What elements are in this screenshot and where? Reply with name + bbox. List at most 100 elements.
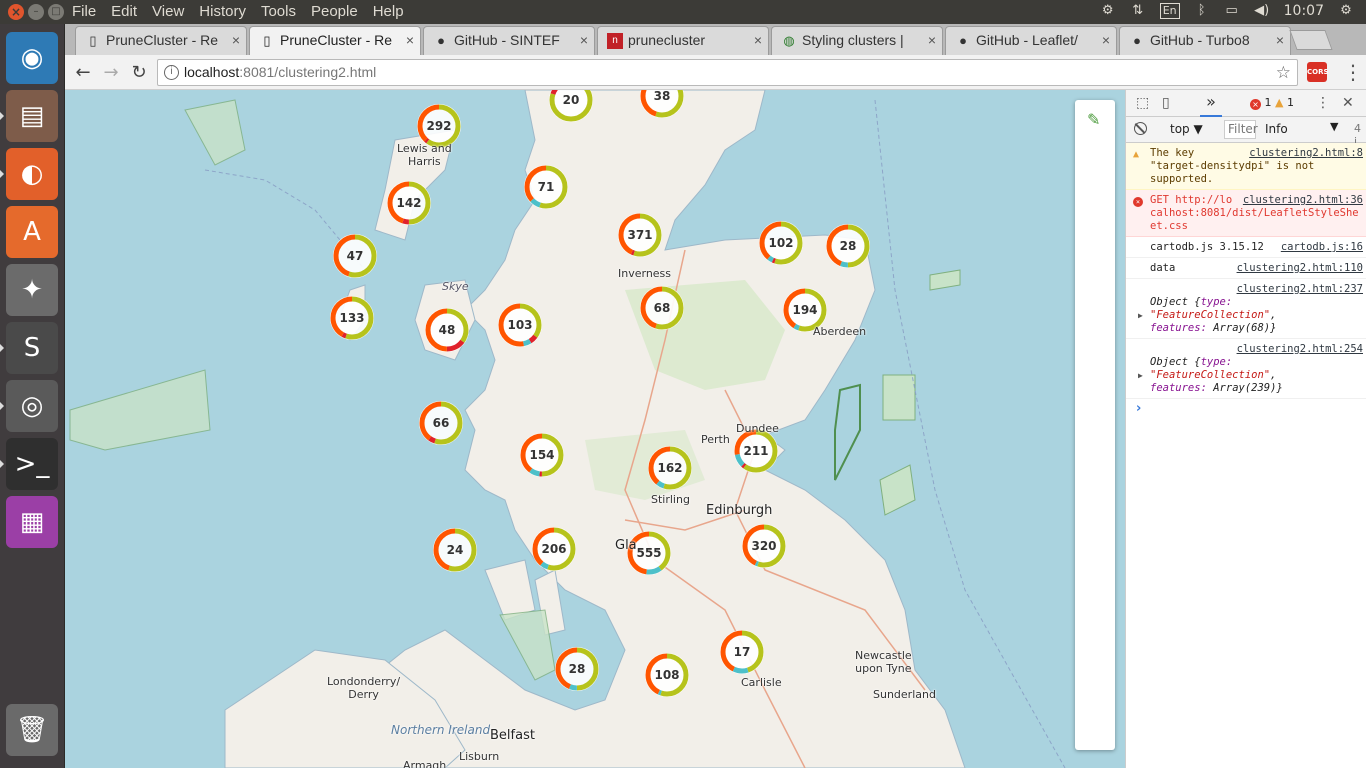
cluster-marker[interactable]: 206 xyxy=(532,527,576,571)
cluster-marker[interactable]: 71 xyxy=(524,165,568,209)
sublime-text-icon[interactable]: S xyxy=(0,322,58,374)
tab-close-icon[interactable]: × xyxy=(928,27,936,54)
terminal-icon[interactable]: >_ xyxy=(0,438,58,490)
tab-close-icon[interactable]: × xyxy=(1102,27,1110,54)
tab-styling-clusters[interactable]: ◍ Styling clusters | × xyxy=(771,26,943,55)
source-link[interactable]: cartodb.js:16 xyxy=(1275,241,1363,254)
cluster-marker[interactable]: 38 xyxy=(640,90,684,118)
source-link[interactable]: clustering2.html:237 xyxy=(1231,283,1363,296)
cluster-marker[interactable]: 133 xyxy=(330,296,374,340)
system-settings-icon[interactable]: ✦ xyxy=(6,264,58,316)
menu-file[interactable]: File xyxy=(72,3,96,20)
cluster-marker[interactable]: 20 xyxy=(549,90,593,122)
console-filter-input[interactable]: Filter xyxy=(1224,120,1258,139)
console-prompt[interactable]: › xyxy=(1126,399,1366,416)
cors-extension-icon[interactable]: CORS xyxy=(1307,62,1329,82)
software-center-icon[interactable]: A xyxy=(6,206,58,258)
cluster-marker[interactable]: 24 xyxy=(433,528,477,572)
cluster-marker[interactable]: 154 xyxy=(520,433,564,477)
reload-icon[interactable]: ↻ xyxy=(129,62,149,83)
address-bar[interactable]: i localhost:8081/clustering2.html ☆ xyxy=(157,59,1298,86)
tab-prunecluster-2[interactable]: ▯ PruneCluster - Re × xyxy=(249,26,421,55)
network-transfer-icon[interactable]: ⇅ xyxy=(1130,3,1146,19)
window-maximize-button[interactable]: □ xyxy=(48,4,64,20)
clear-console-icon[interactable] xyxy=(1134,122,1147,135)
cluster-marker[interactable]: 371 xyxy=(618,213,662,257)
menu-help[interactable]: Help xyxy=(373,3,404,20)
cluster-marker[interactable]: 320 xyxy=(742,524,786,568)
firefox-icon[interactable]: ◐ xyxy=(0,148,58,200)
more-tabs-icon[interactable]: » xyxy=(1200,92,1222,117)
dash-home-icon[interactable]: ◉ xyxy=(6,32,58,84)
device-toolbar-icon[interactable]: ▯ xyxy=(1162,95,1170,111)
tab-github-sintef[interactable]: ● GitHub - SINTEF × xyxy=(423,26,595,55)
cluster-marker[interactable]: 17 xyxy=(720,630,764,674)
cluster-marker[interactable]: 28 xyxy=(826,224,870,268)
cluster-marker[interactable]: 162 xyxy=(648,446,692,490)
volume-icon[interactable]: ◀) xyxy=(1254,3,1270,19)
cluster-marker[interactable]: 142 xyxy=(387,181,431,225)
cluster-marker[interactable]: 211 xyxy=(734,429,778,473)
chrome-icon[interactable]: ◎ xyxy=(0,380,58,432)
cluster-marker[interactable]: 68 xyxy=(640,286,684,330)
cluster-marker[interactable]: 108 xyxy=(645,653,689,697)
console-object-message[interactable]: clustering2.html:237 ▶ Object {type: "Fe… xyxy=(1126,279,1366,339)
log-level-selector[interactable]: Info xyxy=(1265,122,1288,136)
menu-people[interactable]: People xyxy=(311,3,358,20)
source-link[interactable]: clustering2.html:254 xyxy=(1231,343,1363,356)
menu-view[interactable]: View xyxy=(152,3,184,20)
menu-tools[interactable]: Tools xyxy=(261,3,296,20)
tab-prunecluster-1[interactable]: ▯ PruneCluster - Re × xyxy=(75,26,247,55)
power-gear-icon[interactable]: ⚙ xyxy=(1338,3,1354,19)
cluster-marker[interactable]: 28 xyxy=(555,647,599,691)
keyboard-layout-indicator[interactable]: En xyxy=(1159,3,1180,19)
expand-caret-icon[interactable]: ▶ xyxy=(1138,309,1143,322)
menu-edit[interactable]: Edit xyxy=(111,3,137,20)
back-arrow-icon[interactable]: ← xyxy=(73,62,93,83)
chevron-down-icon[interactable]: ▼ xyxy=(1330,120,1338,133)
cluster-marker[interactable]: 48 xyxy=(425,308,469,352)
devtools-close-icon[interactable]: ✕ xyxy=(1342,95,1354,111)
workspace-switcher-icon[interactable]: ▦ xyxy=(6,496,58,548)
menu-history[interactable]: History xyxy=(199,3,246,20)
expand-caret-icon[interactable]: ▶ xyxy=(1138,369,1143,382)
console-error-message: × clustering2.html:36 GET http://localho… xyxy=(1126,190,1366,237)
map-view[interactable]: 20 38 292 71 142 371 102 28 47 68 194 13… xyxy=(65,90,1125,768)
map-edit-panel[interactable]: ✎ xyxy=(1075,100,1115,750)
bookmark-star-icon[interactable]: ☆ xyxy=(1276,60,1291,85)
source-link[interactable]: clustering2.html:110 xyxy=(1231,262,1363,275)
console-object-message[interactable]: clustering2.html:254 ▶ Object {type: "Fe… xyxy=(1126,339,1366,399)
tab-close-icon[interactable]: × xyxy=(406,27,414,54)
tab-github-leaflet[interactable]: ● GitHub - Leaflet/ × xyxy=(945,26,1117,55)
files-icon[interactable]: ▤ xyxy=(0,90,58,142)
site-info-icon[interactable]: i xyxy=(164,65,179,80)
browser-menu-icon[interactable]: ⋮ xyxy=(1343,60,1363,84)
forward-arrow-icon[interactable]: → xyxy=(101,62,121,83)
source-link[interactable]: clustering2.html:36 xyxy=(1237,194,1363,207)
cluster-marker[interactable]: 102 xyxy=(759,221,803,265)
inspect-element-icon[interactable]: ⬚ xyxy=(1136,95,1149,111)
context-selector[interactable]: top ▼ xyxy=(1170,122,1203,136)
new-tab-button[interactable] xyxy=(1289,30,1333,50)
tab-close-icon[interactable]: × xyxy=(754,27,762,54)
bluetooth-icon[interactable]: ᛒ xyxy=(1194,3,1210,19)
issue-counter[interactable]: × 1 ▲ 1 xyxy=(1250,96,1294,110)
cluster-marker[interactable]: 47 xyxy=(333,234,377,278)
cluster-marker[interactable]: 103 xyxy=(498,303,542,347)
battery-icon[interactable]: ▭ xyxy=(1224,3,1240,19)
devtools-menu-icon[interactable]: ⋮ xyxy=(1316,95,1330,111)
tab-close-icon[interactable]: × xyxy=(232,27,240,54)
steam-icon[interactable]: ⚙ xyxy=(1100,3,1116,19)
tab-github-turbo87[interactable]: ● GitHub - Turbo8 × xyxy=(1119,26,1291,55)
tab-npm-prunecluster[interactable]: n prunecluster × xyxy=(597,26,769,55)
window-minimize-button[interactable]: – xyxy=(28,4,44,20)
cluster-marker[interactable]: 66 xyxy=(419,401,463,445)
tab-close-icon[interactable]: × xyxy=(580,27,588,54)
trash-icon[interactable]: 🗑 xyxy=(6,704,58,756)
tab-close-icon[interactable]: × xyxy=(1276,27,1284,54)
error-count: 1 xyxy=(1264,96,1272,109)
clock[interactable]: 10:07 xyxy=(1284,3,1324,19)
pencil-icon[interactable]: ✎ xyxy=(1087,110,1100,129)
window-close-button[interactable]: × xyxy=(8,4,24,20)
source-link[interactable]: clustering2.html:8 xyxy=(1243,147,1363,160)
